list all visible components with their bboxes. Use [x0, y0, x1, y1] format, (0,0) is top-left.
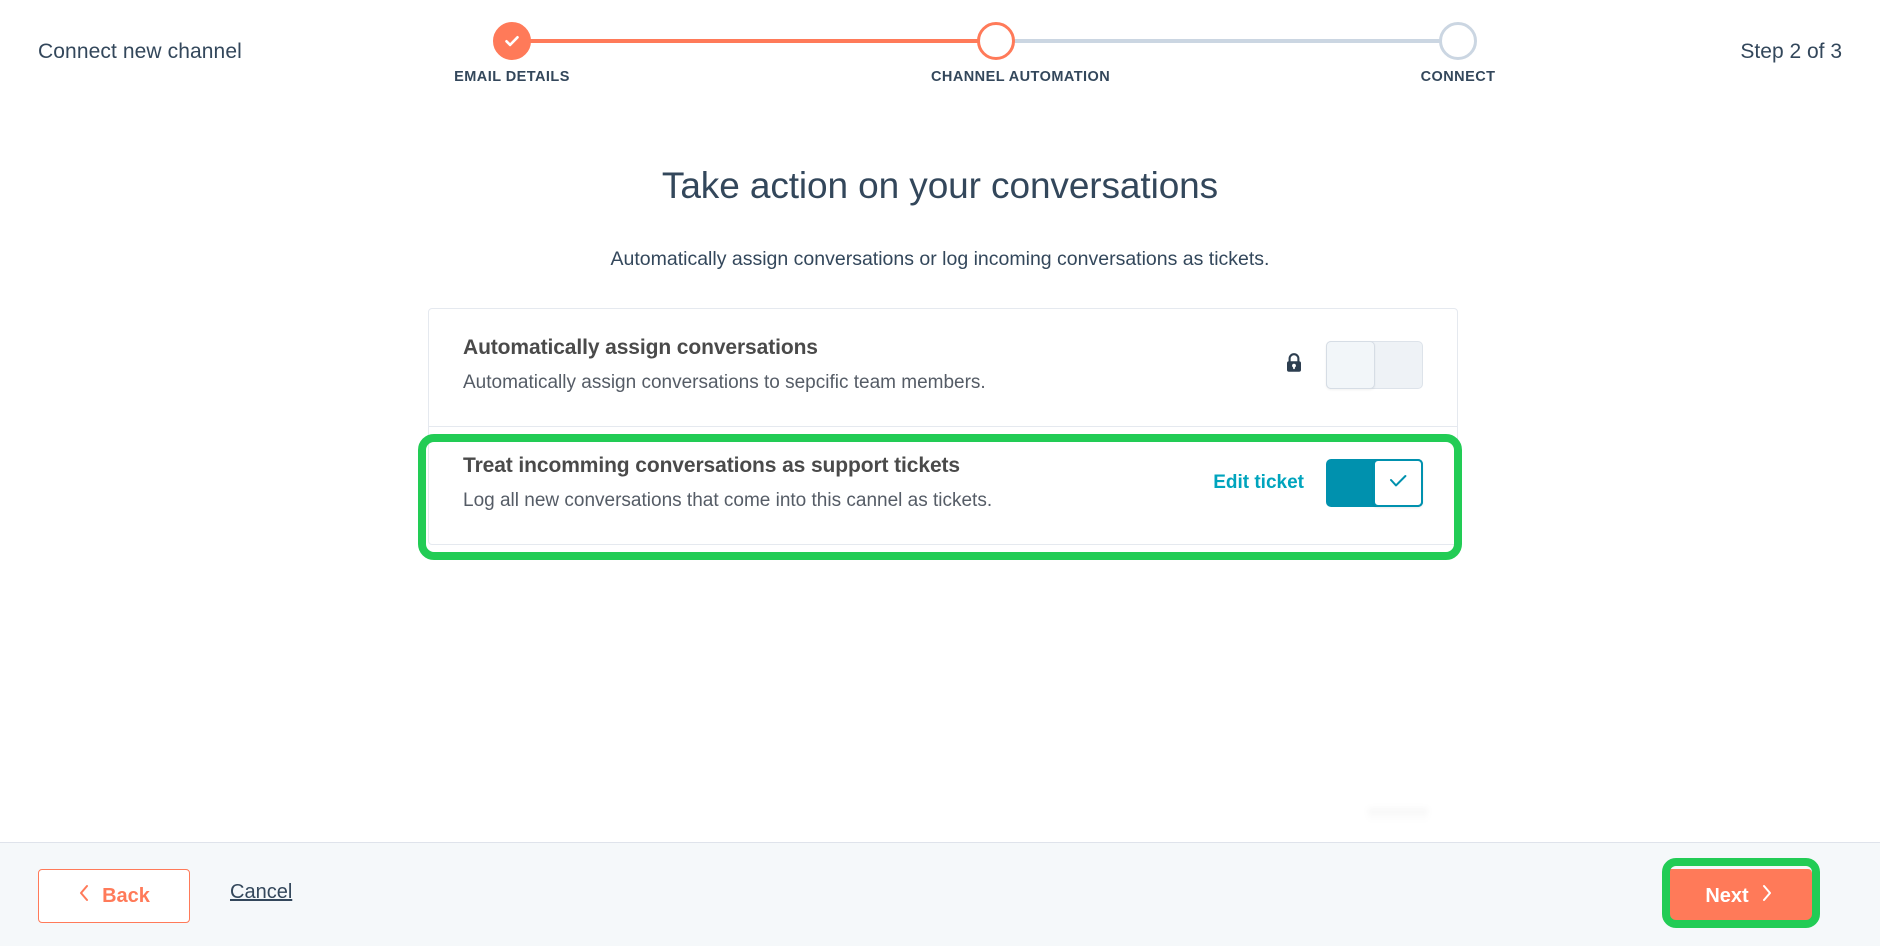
next-button[interactable]: Next	[1666, 869, 1812, 923]
automation-options-card: Automatically assign conversations Autom…	[428, 308, 1458, 545]
cancel-link[interactable]: Cancel	[230, 881, 292, 904]
back-button-label: Back	[102, 884, 150, 907]
automation-row-assign-conversations: Automatically assign conversations Autom…	[429, 309, 1457, 426]
wizard-footer: Back Cancel Next	[0, 842, 1880, 946]
toggle-knob	[1326, 341, 1375, 390]
chevron-left-icon	[78, 884, 90, 908]
main-subheading: Automatically assign conversations or lo…	[610, 248, 1270, 270]
row-text-block: Treat incomming conversations as support…	[463, 453, 1189, 514]
main-heading: Take action on your conversations	[661, 165, 1219, 206]
row-title: Automatically assign conversations	[463, 336, 818, 359]
edit-ticket-link[interactable]: Edit ticket	[1213, 472, 1304, 494]
back-button[interactable]: Back	[38, 869, 190, 923]
step-dot-completed	[493, 22, 531, 60]
next-button-label: Next	[1705, 884, 1749, 907]
check-icon	[1385, 468, 1411, 499]
wizard-header: Connect new channel EMAIL DETAILS CHANNE…	[0, 0, 1880, 108]
chevron-right-icon	[1761, 884, 1773, 908]
toggle-knob	[1373, 459, 1423, 508]
toggle-assign-conversations[interactable]	[1326, 341, 1423, 390]
row-description: Automatically assign conversations to se…	[463, 372, 986, 394]
row-controls	[1260, 341, 1423, 390]
row-description: Log all new conversations that come into…	[463, 490, 993, 512]
stepper-step-label: CHANNEL AUTOMATION	[931, 69, 1111, 85]
wizard-main-content: Take action on your conversations Automa…	[0, 108, 1880, 842]
automation-row-support-tickets: Treat incomming conversations as support…	[429, 425, 1457, 544]
step-counter: Step 2 of 3	[1740, 40, 1842, 63]
check-icon	[502, 31, 522, 51]
row-text-block: Automatically assign conversations Autom…	[463, 335, 1260, 396]
wizard-stepper: EMAIL DETAILS CHANNEL AUTOMATION CONNECT	[454, 22, 1495, 92]
step-dot-active	[977, 22, 1015, 60]
stepper-step-connect[interactable]: CONNECT	[1393, 22, 1523, 85]
toggle-support-tickets[interactable]	[1326, 459, 1423, 508]
page-title-breadcrumb: Connect new channel	[38, 40, 242, 63]
step-dot-inactive	[1439, 22, 1477, 60]
stepper-step-label: EMAIL DETAILS	[454, 69, 570, 85]
stepper-step-channel-automation[interactable]: CHANNEL AUTOMATION	[931, 22, 1111, 85]
dropdown-shadow-artifact	[1368, 808, 1428, 822]
stepper-step-label: CONNECT	[1420, 69, 1496, 85]
row-controls: Edit ticket	[1189, 459, 1423, 508]
row-title: Treat incomming conversations as support…	[463, 453, 961, 477]
stepper-step-email-details[interactable]: EMAIL DETAILS	[447, 22, 577, 85]
lock-icon	[1284, 352, 1304, 379]
stepper-track-fill	[512, 39, 996, 43]
